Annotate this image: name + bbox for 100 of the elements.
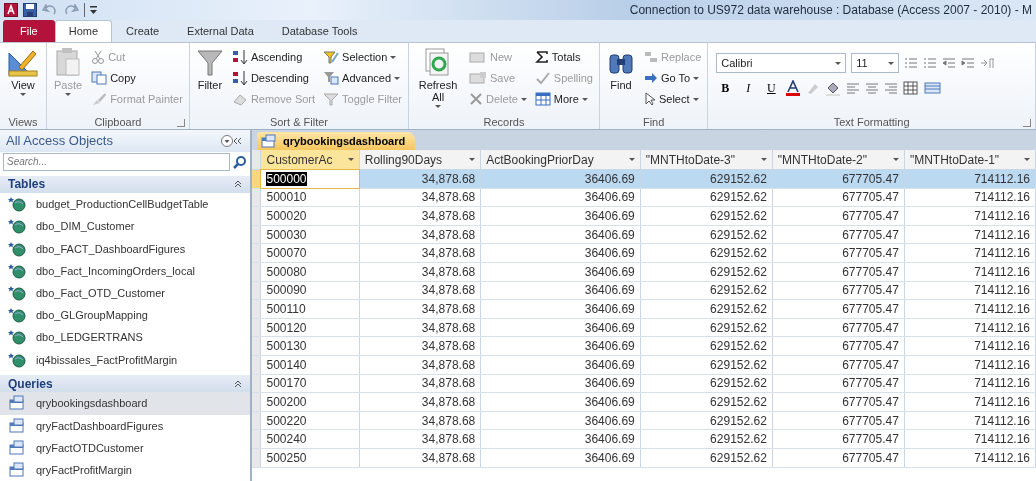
record-selector[interactable] <box>252 262 261 282</box>
font-size-dropdown[interactable]: 11 <box>851 53 900 73</box>
table-cell: 629152.62 <box>640 206 773 226</box>
table-cell: 34,878.68 <box>359 392 481 412</box>
record-selector[interactable] <box>252 448 261 467</box>
dialog-launcher-icon[interactable] <box>1023 119 1031 127</box>
ribbon-button[interactable]: Filter <box>193 45 226 115</box>
ribbon-tab[interactable]: Create <box>112 20 174 42</box>
nav-item[interactable]: dbo_LEDGERTRANS <box>0 326 250 349</box>
table-cell: 714112.16 <box>904 262 1036 282</box>
dropdown-arrow-icon[interactable] <box>628 158 635 161</box>
nav-item[interactable]: dbo_Fact_OTD_Customer <box>0 281 250 305</box>
ribbon-button[interactable]: View <box>4 45 42 115</box>
nav-item[interactable]: qrybookingsdashboard <box>0 392 250 415</box>
nav-item[interactable]: qryFactProfitMargin <box>0 458 250 481</box>
nav-item[interactable]: budget_ProductionCellBudgetTable <box>0 193 250 216</box>
select-all-corner[interactable] <box>252 150 261 170</box>
dropdown-arrow-icon[interactable] <box>892 158 899 161</box>
dropdown-arrow-icon[interactable] <box>347 158 354 161</box>
underline-button[interactable]: U <box>762 79 781 97</box>
undo-icon[interactable] <box>42 4 58 16</box>
ribbon-button[interactable]: Descending <box>229 68 318 88</box>
ribbon-button[interactable]: Selection <box>321 47 404 67</box>
table-cell: 34,878.68 <box>359 225 481 244</box>
column-header[interactable]: "MNTHtoDate-2" <box>772 150 905 170</box>
nav-item[interactable]: dbo_GLGroupMapping <box>0 304 250 327</box>
nav-item[interactable]: dbo_Fact_IncomingOrders_local <box>0 259 250 282</box>
table-cell: 677705.47 <box>772 448 905 467</box>
record-selector[interactable] <box>252 318 261 337</box>
table-cell: 500090 <box>260 281 360 300</box>
record-selector[interactable] <box>252 392 261 412</box>
table-cell: 629152.62 <box>640 281 773 300</box>
italic-button[interactable]: I <box>739 79 758 97</box>
app-icon[interactable] <box>4 3 18 17</box>
record-selector[interactable] <box>252 243 261 263</box>
search-field[interactable]: Search... <box>3 152 230 171</box>
table-cell: 36406.69 <box>480 281 641 300</box>
ribbon-button[interactable]: Refresh All <box>413 45 463 115</box>
dialog-launcher-icon[interactable] <box>176 119 185 127</box>
table-cell: 34,878.68 <box>359 411 481 430</box>
file-tab[interactable]: File <box>3 20 55 42</box>
record-selector[interactable] <box>252 336 261 356</box>
record-selector[interactable] <box>252 188 261 207</box>
record-selector[interactable] <box>252 374 261 393</box>
column-header[interactable]: CustomerAc <box>260 150 360 170</box>
column-header[interactable]: ActBookingPriorDay <box>480 150 641 170</box>
ribbon-button[interactable]: Advanced <box>321 68 404 88</box>
column-header[interactable]: Rolling90Days <box>359 150 481 170</box>
window-title: Connection to US972 data warehouse : Database (Access 2007 - 2010) - M <box>629 3 1032 17</box>
brush-icon <box>91 92 108 106</box>
table-cell: 714112.16 <box>904 243 1036 263</box>
ribbon-tab[interactable]: Database Tools <box>267 20 372 42</box>
section-header[interactable]: Queries <box>0 374 250 393</box>
column-header[interactable]: "MNTHtoDate-1" <box>904 150 1036 170</box>
record-selector[interactable] <box>252 225 261 244</box>
ribbon-button[interactable]: Copy <box>89 68 185 88</box>
linked-globe-icon <box>8 196 26 213</box>
table-cell: 36406.69 <box>480 392 641 412</box>
ribbon-button[interactable]: Go To <box>641 68 704 88</box>
table-cell: 677705.47 <box>772 206 905 226</box>
record-selector[interactable] <box>252 299 261 319</box>
record-selector[interactable] <box>252 355 261 375</box>
redo-icon[interactable] <box>63 4 79 16</box>
record-selector[interactable] <box>252 429 261 449</box>
dropdown-arrow-icon[interactable] <box>760 158 767 161</box>
ribbon-tab[interactable]: Home <box>54 20 113 42</box>
document-tab[interactable]: qrybookingsdashboard <box>257 132 416 150</box>
nav-item[interactable]: qryFactOTDCustomer <box>0 436 250 459</box>
record-selector[interactable] <box>252 169 261 189</box>
table-cell: 36406.69 <box>480 206 641 226</box>
nav-item[interactable]: dbo_DIM_Customer <box>0 215 250 238</box>
ribbon-button[interactable]: Select <box>641 89 704 109</box>
nav-item[interactable]: iq4bissales_FactProfitMargin <box>0 348 250 371</box>
table-cell: 34,878.68 <box>359 262 481 282</box>
ribbon-button[interactable]: More <box>532 89 595 109</box>
dropdown-arrow-icon[interactable] <box>469 158 476 161</box>
table-cell: 34,878.68 <box>359 374 481 393</box>
column-header[interactable]: "MNTHtoDate-3" <box>640 150 773 170</box>
pane-title[interactable]: All Access Objects <box>6 133 220 149</box>
ribbon-tab[interactable]: External Data <box>173 20 268 42</box>
nav-item[interactable]: qryFactDashboardFigures <box>0 414 250 437</box>
table-cell: 500120 <box>260 318 360 337</box>
font-name-dropdown[interactable]: Calibri <box>716 53 847 73</box>
record-selector[interactable] <box>252 411 261 430</box>
ribbon-button[interactable]: Totals <box>532 47 595 67</box>
table-cell: 714112.16 <box>904 318 1036 337</box>
table-cell: 34,878.68 <box>359 318 481 337</box>
record-selector[interactable] <box>252 206 261 226</box>
nav-item[interactable]: dbo_FACT_DashboardFigures <box>0 237 250 260</box>
dropdown-arrow-icon[interactable] <box>1024 158 1030 161</box>
table-cell: 677705.47 <box>772 318 905 337</box>
bold-button[interactable]: B <box>716 79 735 97</box>
table-cell: 714112.16 <box>904 374 1036 393</box>
record-selector[interactable] <box>252 281 261 300</box>
ribbon-button[interactable]: Find <box>603 45 638 115</box>
funnel-icon <box>196 47 223 77</box>
customize-toolbar-icon[interactable] <box>90 6 97 14</box>
save-icon[interactable] <box>23 3 37 17</box>
ribbon-button[interactable]: Ascending <box>229 47 318 67</box>
section-header[interactable]: Tables <box>0 175 250 194</box>
